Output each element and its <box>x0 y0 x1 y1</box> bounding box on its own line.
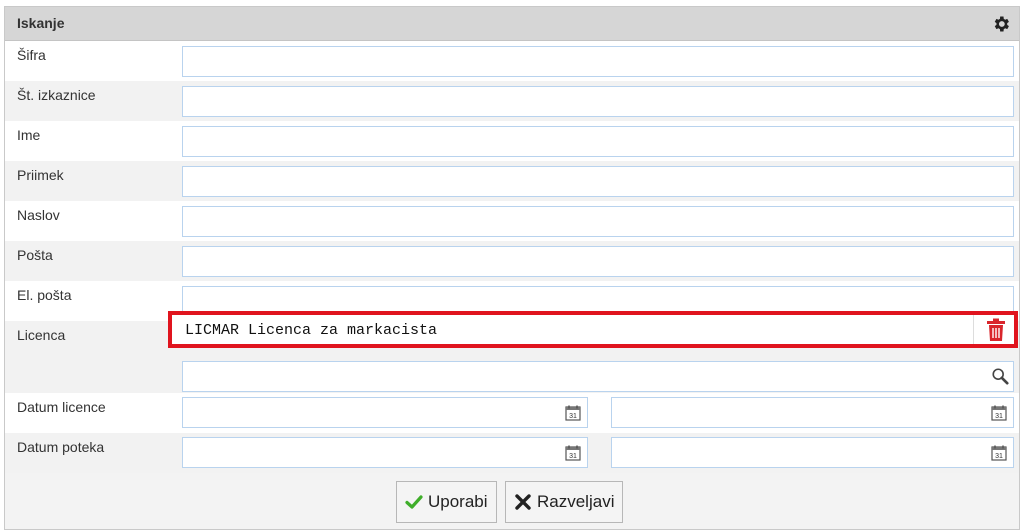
sifra-label: Šifra <box>17 47 46 63</box>
row-naslov: Naslov <box>5 201 1019 241</box>
st-izkaznice-label: Št. izkaznice <box>17 87 96 103</box>
close-icon <box>515 494 531 510</box>
licenca-label: Licenca <box>17 327 66 343</box>
row-posta: Pošta <box>5 241 1019 281</box>
row-sifra: Šifra <box>5 41 1019 81</box>
datum-licence-from-input[interactable]: 31 <box>182 397 588 428</box>
svg-text:31: 31 <box>995 453 1003 460</box>
datum-poteka-from-input[interactable]: 31 <box>182 437 588 468</box>
priimek-input[interactable] <box>182 166 1014 197</box>
svg-text:31: 31 <box>569 413 577 420</box>
panel-header: Iskanje <box>5 7 1019 41</box>
naslov-label: Naslov <box>17 207 60 223</box>
divider <box>973 315 974 344</box>
trash-icon[interactable] <box>985 318 1007 342</box>
ime-label: Ime <box>17 127 41 143</box>
calendar-icon[interactable]: 31 <box>564 404 582 422</box>
datum-poteka-to-input[interactable]: 31 <box>611 437 1014 468</box>
row-priimek: Priimek <box>5 161 1019 201</box>
svg-text:31: 31 <box>569 453 577 460</box>
calendar-icon[interactable]: 31 <box>990 404 1008 422</box>
datum-licence-to-input[interactable]: 31 <box>611 397 1014 428</box>
apply-button-label: Uporabi <box>428 492 488 511</box>
row-datum-licence: Datum licence 31 31 <box>5 393 1019 433</box>
datum-licence-label: Datum licence <box>17 399 106 415</box>
calendar-icon[interactable]: 31 <box>990 444 1008 462</box>
row-ime: Ime <box>5 121 1019 161</box>
st-izkaznice-input[interactable] <box>182 86 1014 117</box>
svg-text:31: 31 <box>995 413 1003 420</box>
posta-label: Pošta <box>17 247 53 263</box>
datum-poteka-label: Datum poteka <box>17 439 105 455</box>
licenca-selected-item: LICMAR Licenca za markacista <box>168 311 1018 348</box>
row-datum-poteka: Datum poteka 31 31 <box>5 433 1019 473</box>
cancel-button-label: Razveljavi <box>537 492 615 511</box>
panel-title: Iskanje <box>17 15 65 31</box>
licenca-search-input[interactable] <box>182 361 1014 392</box>
cancel-button[interactable]: Razveljavi <box>505 481 624 523</box>
naslov-input[interactable] <box>182 206 1014 237</box>
posta-input[interactable] <box>182 246 1014 277</box>
priimek-label: Priimek <box>17 167 64 183</box>
calendar-icon[interactable]: 31 <box>564 444 582 462</box>
row-st-izkaznice: Št. izkaznice <box>5 81 1019 121</box>
search-icon[interactable] <box>991 367 1009 385</box>
checkmark-icon <box>405 495 423 509</box>
gear-icon[interactable] <box>991 14 1011 34</box>
apply-button[interactable]: Uporabi <box>396 481 497 523</box>
search-panel: Iskanje Šifra Št. izkaznice Ime Priimek … <box>4 6 1020 530</box>
el-posta-label: El. pošta <box>17 287 72 303</box>
licenca-selected-text: LICMAR Licenca za markacista <box>185 322 438 339</box>
ime-input[interactable] <box>182 126 1014 157</box>
sifra-input[interactable] <box>182 46 1014 77</box>
